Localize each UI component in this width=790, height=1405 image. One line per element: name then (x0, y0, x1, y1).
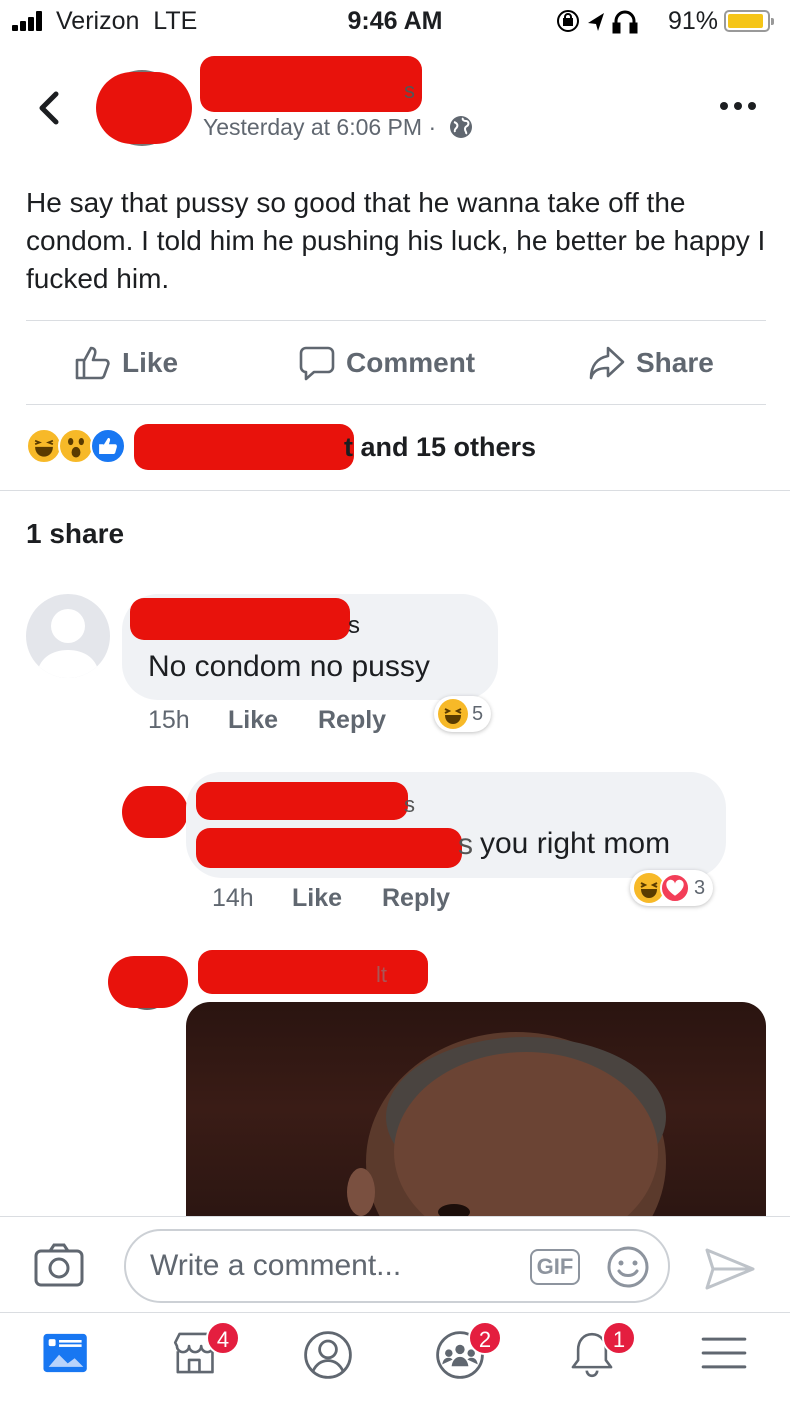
divider (26, 404, 766, 405)
battery-percent: 91% (668, 7, 719, 35)
like-button[interactable]: Like (74, 344, 178, 382)
camera-icon[interactable] (34, 1243, 84, 1287)
send-icon[interactable] (704, 1247, 756, 1291)
hamburger-menu-icon (701, 1337, 747, 1369)
notifications-badge: 1 (602, 1321, 636, 1355)
post-author-fragment: s (404, 78, 415, 103)
commenter-name-redaction (130, 598, 350, 640)
comment-photo[interactable] (186, 1002, 766, 1216)
news-feed-icon (43, 1333, 87, 1373)
reply-age: 14h (212, 884, 254, 912)
more-options-icon[interactable] (718, 94, 758, 118)
reply-like-link[interactable]: Like (292, 884, 342, 913)
wow-icon (58, 428, 94, 464)
reactions-count-text: t and 15 others (344, 432, 537, 462)
post-timestamp[interactable]: Yesterday at 6:06 PM · (203, 114, 473, 141)
nav-notifications[interactable]: 1 (566, 1321, 636, 1387)
comment-reactions[interactable]: 5 (434, 696, 492, 732)
comment-button[interactable]: Comment (298, 344, 475, 382)
groups-badge: 2 (468, 1321, 502, 1355)
third-commenter-name-fragment: lt (376, 962, 387, 987)
replier-name-redaction (196, 782, 408, 820)
globe-icon (449, 116, 472, 138)
shares-count[interactable]: 1 share (26, 518, 124, 550)
marketplace-badge: 4 (206, 1321, 240, 1355)
love-icon (660, 873, 690, 903)
mention-fragment: s (458, 828, 473, 861)
comment-meta: 15h (148, 706, 190, 735)
divider (0, 490, 790, 491)
third-commenter-name-redaction (198, 950, 428, 994)
thumbs-up-icon (75, 346, 110, 380)
comment-input-placeholder: Write a comment... (150, 1249, 402, 1282)
replier-name-fragment: s (404, 792, 415, 817)
commenter-name-fragment: s (348, 612, 360, 639)
back-arrow-icon[interactable] (34, 88, 64, 128)
nav-menu[interactable] (698, 1327, 758, 1387)
gif-button[interactable]: GIF (530, 1249, 580, 1285)
third-commenter-avatar[interactable] (108, 956, 188, 1012)
comment-like-link[interactable]: Like (228, 706, 278, 735)
author-name-redaction (200, 56, 422, 112)
status-bar: Verizon LTE 9:46 AM 91% (0, 0, 790, 44)
location-icon (588, 13, 604, 31)
reactor-name-redaction (134, 424, 354, 470)
status-icons (556, 7, 656, 41)
comment-text: No condom no pussy (148, 650, 430, 683)
profile-icon (304, 1331, 352, 1379)
post-actions: Like Comment Share (0, 330, 790, 396)
divider (26, 320, 766, 321)
comment-input[interactable]: Write a comment... GIF (124, 1229, 670, 1303)
nav-groups[interactable]: 2 (432, 1321, 502, 1387)
nav-news-feed[interactable] (40, 1327, 100, 1387)
nav-profile[interactable] (300, 1327, 360, 1387)
comment-age: 15h (148, 706, 190, 734)
comment-bubble-icon (299, 346, 335, 381)
reply-avatar[interactable] (122, 784, 188, 840)
reactions-summary[interactable]: t and 15 others (26, 424, 766, 470)
reply-text: you right mom (480, 827, 671, 860)
share-button[interactable]: Share (588, 344, 714, 382)
comment-composer: Write a comment... GIF (0, 1216, 790, 1312)
sticker-icon[interactable] (606, 1245, 650, 1289)
default-avatar[interactable] (26, 594, 110, 678)
comment-reply-link[interactable]: Reply (318, 706, 386, 735)
nav-marketplace[interactable]: 4 (170, 1321, 240, 1387)
haha-icon (438, 699, 468, 729)
share-arrow-icon (589, 346, 625, 380)
reply-reply-link[interactable]: Reply (382, 884, 450, 913)
like-reaction-icon (90, 428, 126, 464)
post-author-avatar[interactable] (96, 68, 192, 148)
post-body: He say that pussy so good that he wanna … (26, 187, 766, 294)
haha-icon (26, 428, 62, 464)
mention-redaction (196, 828, 462, 868)
rotation-lock-icon (557, 10, 579, 32)
bottom-nav: 4 2 1 (0, 1312, 790, 1405)
reply-reactions[interactable]: 3 (630, 870, 714, 906)
battery-icon (724, 10, 774, 32)
headphones-icon (612, 10, 638, 34)
